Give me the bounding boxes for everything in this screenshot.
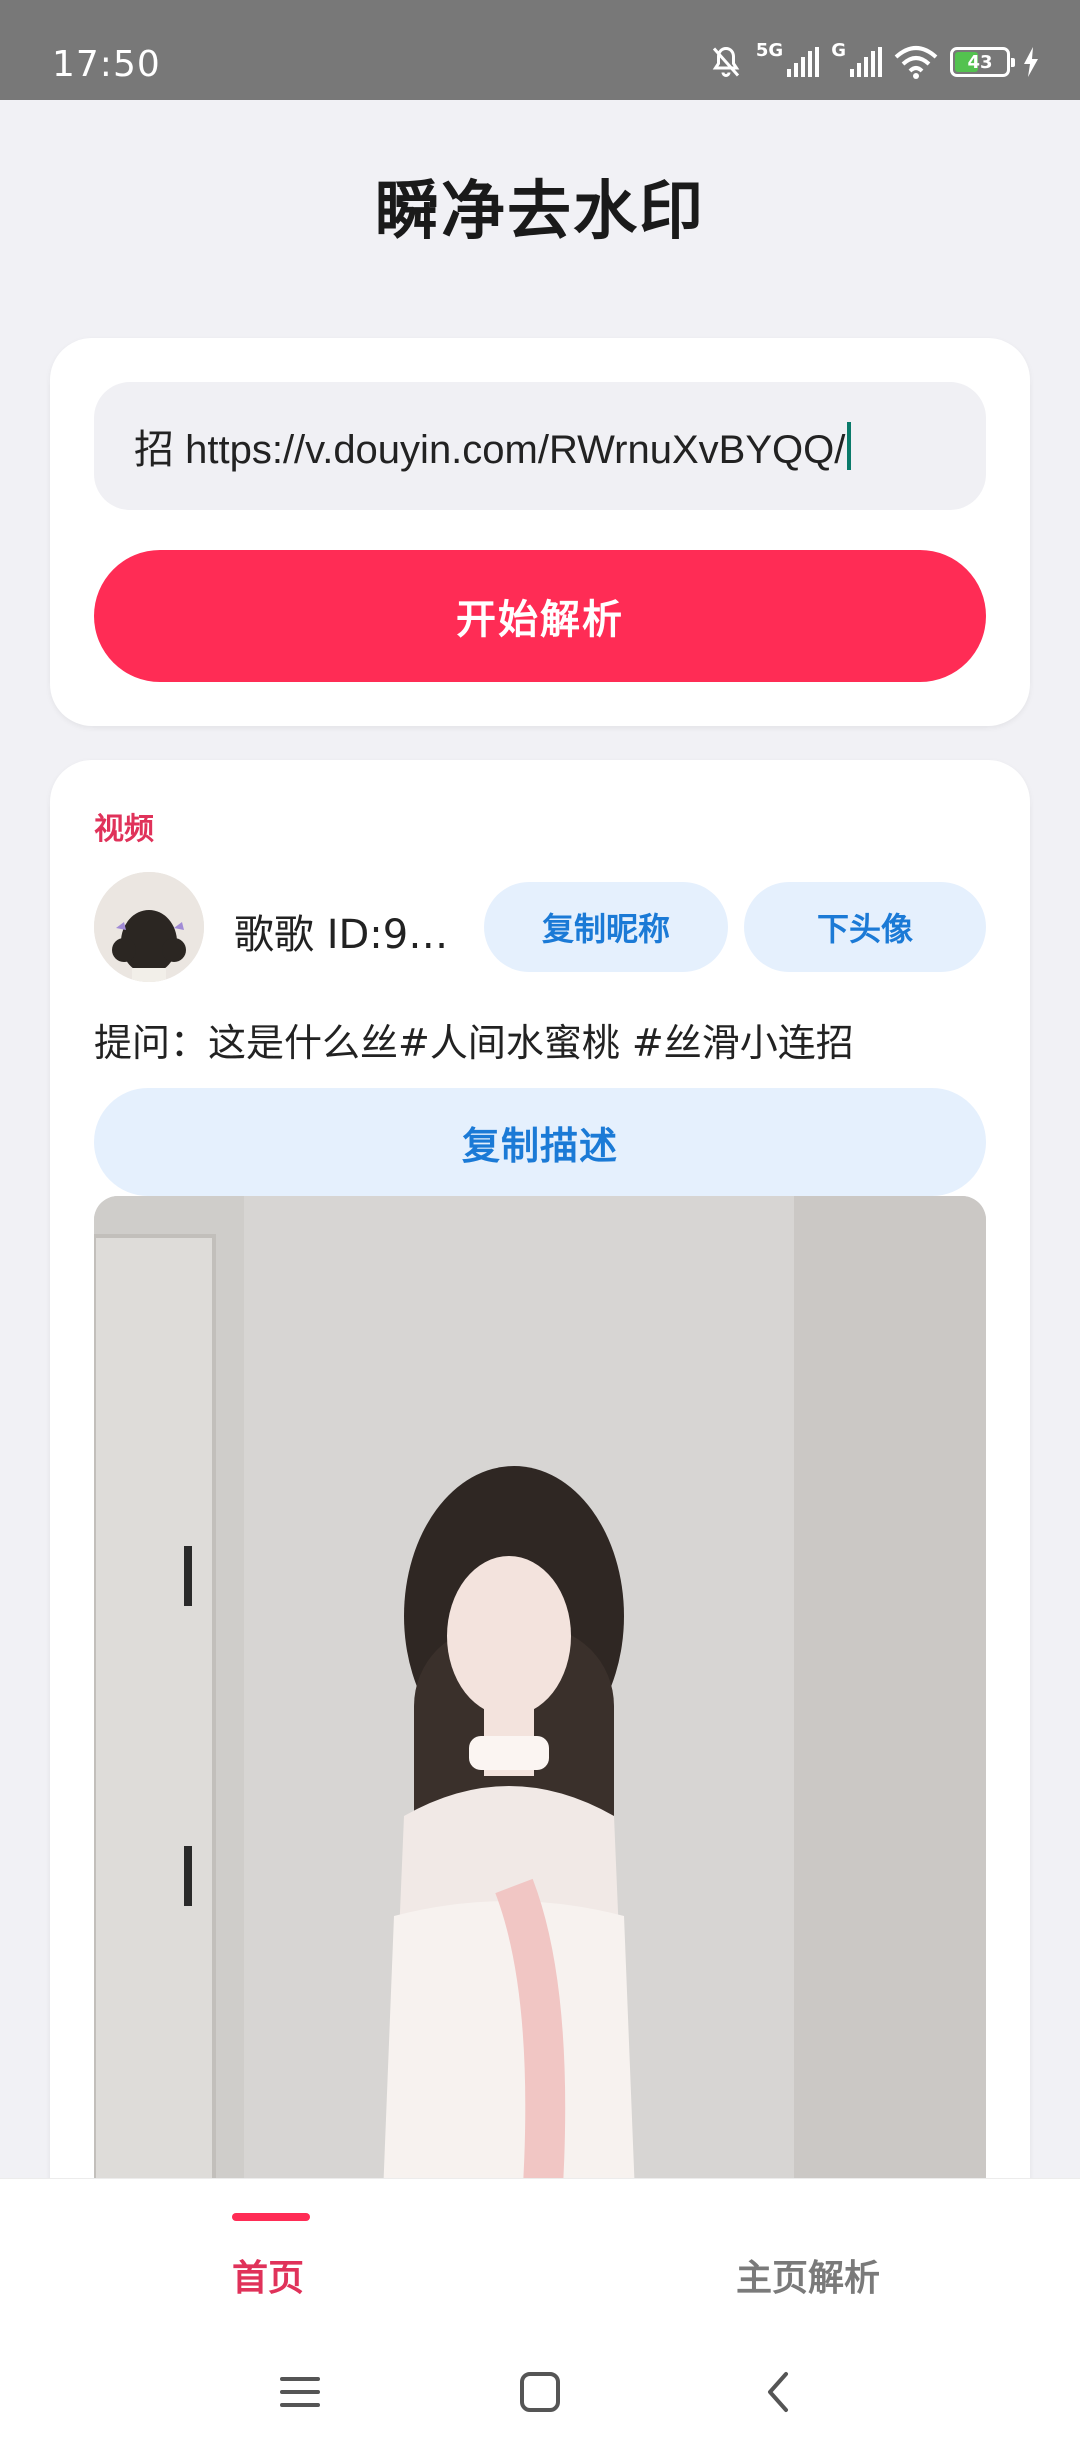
menu-icon[interactable] [278,2370,322,2414]
avatar [94,872,204,982]
text-cursor [847,422,852,470]
status-icons: 5G G 43 [708,40,1040,80]
copy-nickname-button[interactable]: 复制昵称 [484,882,728,972]
result-card: 视频 歌歌 ID:9… 复制昵称 下头像 提问：这是什么丝#人间水蜜桃 #丝滑小… [50,760,1030,2260]
system-nav-bar [0,2370,1080,2430]
battery-icon: 43 [950,47,1015,77]
network-type-label-2: G [831,39,846,61]
video-description: 提问：这是什么丝#人间水蜜桃 #丝滑小连招 [94,1021,854,1065]
url-input[interactable]: 招 https://v.douyin.com/RWrnuXvBYQQ/ [94,382,986,510]
copy-description-button[interactable]: 复制描述 [94,1088,986,1196]
page-title: 瞬净去水印 [375,175,705,249]
network-type-label: 5G [755,39,784,61]
signal-icon [850,47,882,77]
author-name: 歌歌 ID:9… [234,912,449,958]
tab-profile-parse-label: 主页解析 [736,2258,881,2299]
battery-level: 43 [967,51,993,73]
back-icon[interactable] [758,2370,802,2414]
media-type-label: 视频 [94,812,154,847]
active-tab-indicator [232,2213,310,2221]
video-thumbnail [94,1196,986,2260]
url-input-value: 招 https://v.douyin.com/RWrnuXvBYQQ/ [134,428,846,472]
home-icon[interactable] [518,2370,562,2414]
avatar-image [94,872,204,982]
tab-home[interactable]: 首页 [232,2213,310,2301]
wifi-icon [894,46,938,79]
link-input-card: 招 https://v.douyin.com/RWrnuXvBYQQ/ 开始解析 [50,338,1030,726]
video-preview[interactable] [94,1196,986,2260]
bell-off-icon [712,46,740,77]
tab-home-label: 首页 [232,2258,305,2299]
status-bar: 17:50 5G G 43 [0,0,1080,100]
start-parse-button[interactable]: 开始解析 [94,550,986,682]
status-time: 17:50 [52,44,161,85]
signal-icon [787,47,820,77]
download-avatar-button[interactable]: 下头像 [744,882,986,972]
charging-icon [1024,47,1038,77]
tab-profile-parse[interactable]: 主页解析 [736,2249,880,2301]
